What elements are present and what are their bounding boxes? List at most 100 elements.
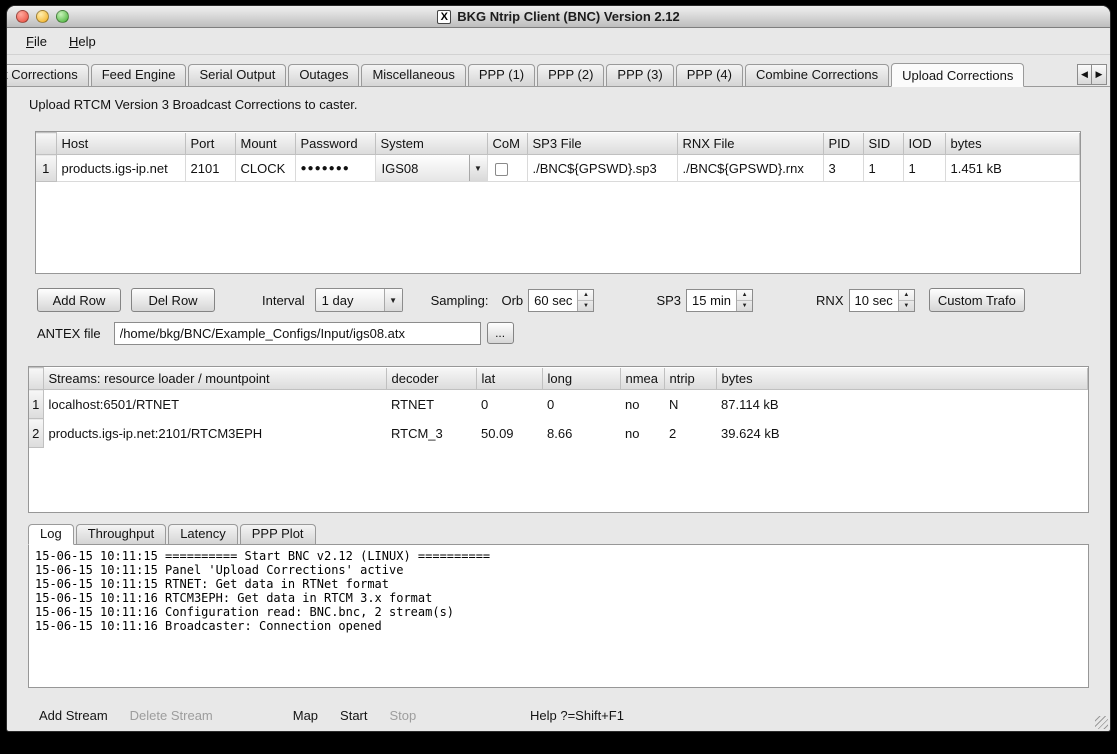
iod-cell[interactable]: 1 <box>903 155 945 182</box>
rnx-sampling-spinner[interactable]: 10 sec ▲▼ <box>849 289 915 312</box>
col-mountpoint: Streams: resource loader / mountpoint <box>43 368 386 390</box>
spinner-arrows-icon[interactable]: ▲▼ <box>577 290 593 311</box>
col-port: Port <box>185 133 235 155</box>
decoder-cell[interactable]: RTCM_3 <box>386 419 476 448</box>
help-shortcut-label: Help ?=Shift+F1 <box>530 708 624 723</box>
password-cell[interactable]: ●●●●●●● <box>295 155 375 182</box>
streams-table: Streams: resource loader / mountpoint de… <box>29 367 1088 448</box>
stream-row[interactable]: 1 localhost:6501/RTNET RTNET 0 0 no N 87… <box>29 390 1088 419</box>
mountpoint-cell[interactable]: products.igs-ip.net:2101/RTCM3EPH <box>43 419 386 448</box>
tab-latency[interactable]: Latency <box>168 524 238 544</box>
nmea-cell[interactable]: no <box>620 419 664 448</box>
add-row-button[interactable]: Add Row <box>37 288 121 312</box>
stream-row[interactable]: 2 products.igs-ip.net:2101/RTCM3EPH RTCM… <box>29 419 1088 448</box>
col-mount: Mount <box>235 133 295 155</box>
rnx-file-cell[interactable]: ./BNC${GPSWD}.rnx <box>677 155 823 182</box>
col-pid: PID <box>823 133 863 155</box>
delete-stream-button: Delete Stream <box>119 704 224 727</box>
col-lat: lat <box>476 368 542 390</box>
add-stream-button[interactable]: Add Stream <box>28 704 119 727</box>
resize-grip[interactable] <box>1095 716 1108 729</box>
system-cell: IGS08 ▼ <box>375 155 487 182</box>
mount-cell[interactable]: CLOCK <box>235 155 295 182</box>
start-button[interactable]: Start <box>329 704 378 727</box>
titlebar[interactable]: X BKG Ntrip Client (BNC) Version 2.12 <box>7 6 1110 28</box>
ntrip-cell[interactable]: 2 <box>664 419 716 448</box>
col-sid: SID <box>863 133 903 155</box>
col-sp3-file: SP3 File <box>527 133 677 155</box>
spinner-arrows-icon[interactable]: ▲▼ <box>736 290 752 311</box>
antex-browse-button[interactable]: ... <box>487 322 514 344</box>
pid-cell[interactable]: 3 <box>823 155 863 182</box>
interval-select[interactable]: 1 day ▼ <box>315 288 403 312</box>
host-cell[interactable]: products.igs-ip.net <box>56 155 185 182</box>
window-title: BKG Ntrip Client (BNC) Version 2.12 <box>457 9 679 24</box>
tab-ppp-2[interactable]: PPP (2) <box>537 64 604 86</box>
log-line: 15-06-15 10:11:16 Broadcaster: Connectio… <box>35 619 1082 633</box>
sp3-file-cell[interactable]: ./BNC${GPSWD}.sp3 <box>527 155 677 182</box>
tab-log[interactable]: Log <box>28 524 74 545</box>
tab-miscellaneous[interactable]: Miscellaneous <box>361 64 465 86</box>
bytes-cell: 1.451 kB <box>945 155 1080 182</box>
long-cell[interactable]: 0 <box>542 390 620 419</box>
tab-scroll-right-icon[interactable]: ▶ <box>1092 64 1107 85</box>
upload-controls-row: Add Row Del Row Interval 1 day ▼ Samplin… <box>37 288 1110 312</box>
lat-cell[interactable]: 50.09 <box>476 419 542 448</box>
upload-table: Host Port Mount Password System CoM SP3 … <box>36 132 1080 182</box>
row-header: 1 <box>29 390 43 419</box>
tab-ppp-4[interactable]: PPP (4) <box>676 64 743 86</box>
antex-file-input[interactable] <box>114 322 481 345</box>
col-ntrip: ntrip <box>664 368 716 390</box>
sid-cell[interactable]: 1 <box>863 155 903 182</box>
decoder-cell[interactable]: RTNET <box>386 390 476 419</box>
streams-table-header-row: Streams: resource loader / mountpoint de… <box>29 368 1088 390</box>
antex-file-label: ANTEX file <box>37 326 101 341</box>
system-select-value: IGS08 <box>376 161 469 176</box>
ntrip-cell[interactable]: N <box>664 390 716 419</box>
menu-help[interactable]: Help <box>60 31 105 52</box>
orb-label: Orb <box>501 293 523 308</box>
mountpoint-cell[interactable]: localhost:6501/RTNET <box>43 390 386 419</box>
custom-trafo-button[interactable]: Custom Trafo <box>929 288 1025 312</box>
log-output[interactable]: 15-06-15 10:11:15 ========== Start BNC v… <box>28 544 1089 688</box>
spinner-arrows-icon[interactable]: ▲▼ <box>898 290 914 311</box>
orb-sampling-spinner[interactable]: 60 sec ▲▼ <box>528 289 594 312</box>
tab-bar: t Corrections Feed Engine Serial Output … <box>7 63 1110 87</box>
tab-outages[interactable]: Outages <box>288 64 359 86</box>
orb-sampling-value: 60 sec <box>529 290 577 311</box>
tab-scroll-left-icon[interactable]: ◀ <box>1077 64 1092 85</box>
close-button[interactable] <box>16 10 29 23</box>
panel-description: Upload RTCM Version 3 Broadcast Correcti… <box>29 97 1110 113</box>
rnx-label: RNX <box>816 293 843 308</box>
bytes-cell: 39.624 kB <box>716 419 1088 448</box>
log-line: 15-06-15 10:11:15 ========== Start BNC v… <box>35 549 1082 563</box>
sampling-label: Sampling: <box>431 293 489 308</box>
long-cell[interactable]: 8.66 <box>542 419 620 448</box>
com-checkbox[interactable] <box>495 163 508 176</box>
app-window: X BKG Ntrip Client (BNC) Version 2.12 Fi… <box>7 6 1110 731</box>
nmea-cell[interactable]: no <box>620 390 664 419</box>
lat-cell[interactable]: 0 <box>476 390 542 419</box>
tab-ppp-3[interactable]: PPP (3) <box>606 64 673 86</box>
sp3-sampling-spinner[interactable]: 15 min ▲▼ <box>686 289 753 312</box>
tab-ppp-plot[interactable]: PPP Plot <box>240 524 316 544</box>
tab-broadcast-corrections[interactable]: t Corrections <box>7 64 89 86</box>
traffic-lights <box>16 10 69 23</box>
del-row-button[interactable]: Del Row <box>131 288 215 312</box>
row-header: 1 <box>36 155 56 182</box>
sp3-sampling-value: 15 min <box>687 290 736 311</box>
minimize-button[interactable] <box>36 10 49 23</box>
tab-serial-output[interactable]: Serial Output <box>188 64 286 86</box>
tab-ppp-1[interactable]: PPP (1) <box>468 64 535 86</box>
zoom-button[interactable] <box>56 10 69 23</box>
tab-combine-corrections[interactable]: Combine Corrections <box>745 64 889 86</box>
interval-label: Interval <box>262 293 305 308</box>
sp3-label: SP3 <box>656 293 681 308</box>
port-cell[interactable]: 2101 <box>185 155 235 182</box>
tab-upload-corrections[interactable]: Upload Corrections <box>891 63 1024 87</box>
system-select[interactable]: IGS08 ▼ <box>376 155 487 181</box>
tab-throughput[interactable]: Throughput <box>76 524 167 544</box>
map-button[interactable]: Map <box>282 704 329 727</box>
menu-file[interactable]: File <box>17 31 56 52</box>
tab-feed-engine[interactable]: Feed Engine <box>91 64 187 86</box>
